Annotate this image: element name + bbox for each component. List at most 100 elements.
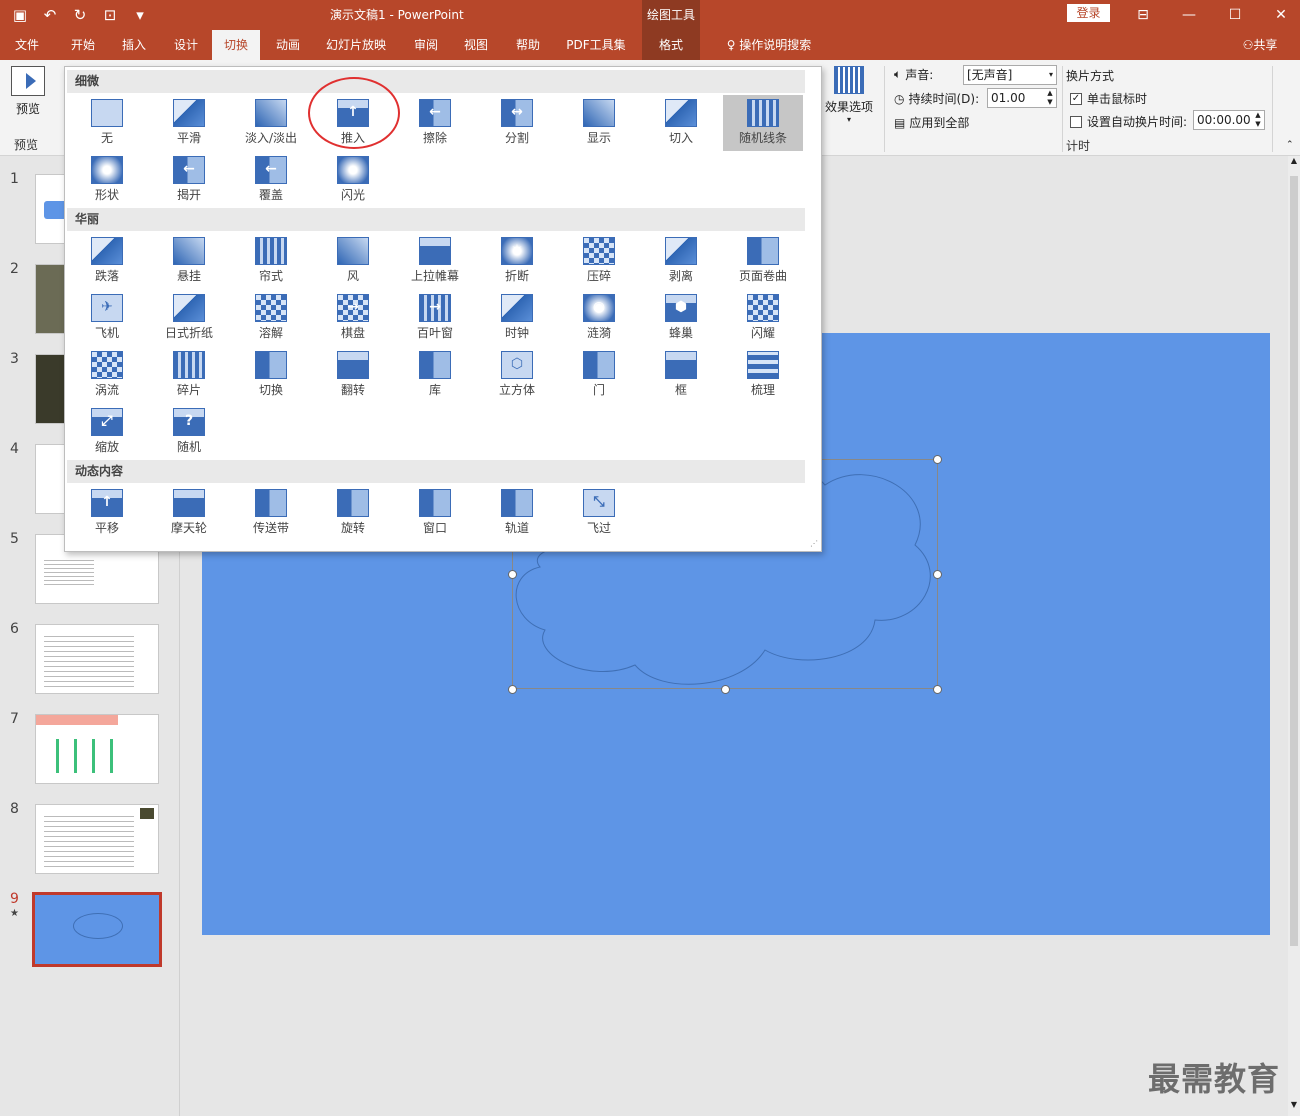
transition-gallery-effect[interactable]: 库 (395, 347, 475, 403)
tab-transitions[interactable]: 切换 (212, 30, 260, 60)
transition-box[interactable]: 框 (641, 347, 721, 403)
transition-doors[interactable]: 门 (559, 347, 639, 403)
tab-home[interactable]: 开始 (60, 30, 106, 60)
transition-page-curl[interactable]: 页面卷曲 (723, 233, 803, 289)
tab-help[interactable]: 帮助 (506, 30, 550, 60)
transition-zoom[interactable]: ⤢ 缩放 (67, 404, 147, 460)
transition-vortex[interactable]: 涡流 (67, 347, 147, 403)
tab-pdf-tools[interactable]: PDF工具集 (558, 30, 634, 60)
transition-fall-over[interactable]: 跌落 (67, 233, 147, 289)
slide-thumbnail-9[interactable] (32, 892, 162, 967)
transition-prestige[interactable]: 上拉帷幕 (395, 233, 475, 289)
resize-handle[interactable] (933, 570, 942, 579)
transition-peel-off[interactable]: 剥离 (641, 233, 721, 289)
transition-flip[interactable]: 翻转 (313, 347, 393, 403)
auto-advance-checkbox[interactable]: 设置自动换片时间: (1070, 113, 1187, 130)
transition-cut[interactable]: 切入 (641, 95, 721, 151)
apply-all-button[interactable]: ▤ 应用到全部 (894, 114, 969, 131)
transition-rotate[interactable]: 旋转 (313, 485, 393, 541)
transition-shape[interactable]: 形状 (67, 152, 147, 208)
undo-icon[interactable]: ↶ (38, 3, 62, 27)
resize-handle[interactable] (933, 685, 942, 694)
tab-design[interactable]: 设计 (164, 30, 208, 60)
transition-cover[interactable]: ← 覆盖 (231, 152, 311, 208)
tab-file[interactable]: 文件 (6, 30, 48, 60)
transition-crush[interactable]: 压碎 (559, 233, 639, 289)
transition-wipe[interactable]: ← 擦除 (395, 95, 475, 151)
collapse-ribbon-icon[interactable]: ⌃ (1286, 140, 1294, 150)
transition-ferris-wheel[interactable]: 摩天轮 (149, 485, 229, 541)
transition-clock[interactable]: 时钟 (477, 290, 557, 346)
transition-ripple[interactable]: ◎ 涟漪 (559, 290, 639, 346)
preview-button[interactable]: 预览 (8, 66, 48, 117)
save-icon[interactable]: ▣ (8, 3, 32, 27)
tab-slideshow[interactable]: 幻灯片放映 (318, 30, 394, 60)
tell-me-search[interactable]: ♀ 操作说明搜索 (714, 30, 824, 60)
share-button[interactable]: ⚇共享 (1234, 30, 1286, 60)
transition-conveyor[interactable]: 传送带 (231, 485, 311, 541)
transition-comb[interactable]: 梳理 (723, 347, 803, 403)
zoom-icon: ⤢ (91, 408, 123, 436)
transition-window[interactable]: 窗口 (395, 485, 475, 541)
transition-drape[interactable]: 悬挂 (149, 233, 229, 289)
transition-reveal[interactable]: 显示 (559, 95, 639, 151)
transition-pan[interactable]: ↑ 平移 (67, 485, 147, 541)
after-time-input[interactable]: 00:00.00 ▲ ▼ (1193, 110, 1265, 130)
effect-options-button[interactable]: 效果选项 ▾ (822, 66, 876, 124)
tab-view[interactable]: 视图 (454, 30, 498, 60)
duration-spinner[interactable]: ▲ ▼ (1044, 89, 1056, 107)
transition-none[interactable]: 无 (67, 95, 147, 151)
transition-shred[interactable]: 碎片 (149, 347, 229, 403)
login-button[interactable]: 登录 (1067, 4, 1110, 22)
maximize-icon[interactable]: ☐ (1212, 0, 1258, 30)
transition-uncover[interactable]: ← 揭开 (149, 152, 229, 208)
resize-grip-icon[interactable]: ⋰ (810, 539, 818, 548)
scroll-up-icon[interactable]: ▲ (1288, 156, 1300, 168)
transition-random[interactable]: ? 随机 (149, 404, 229, 460)
transition-glitter[interactable]: 闪耀 (723, 290, 803, 346)
customize-qat-icon[interactable]: ▾ (128, 3, 152, 27)
scroll-down-icon[interactable]: ▼ (1288, 1100, 1300, 1112)
slide-thumbnail-8[interactable] (35, 804, 159, 874)
tab-review[interactable]: 审阅 (404, 30, 448, 60)
transition-airplane[interactable]: ✈ 飞机 (67, 290, 147, 346)
close-icon[interactable]: ✕ (1258, 0, 1300, 30)
transition-fly-through[interactable]: ⤡ 飞过 (559, 485, 639, 541)
transition-cube[interactable]: ⬡ 立方体 (477, 347, 557, 403)
tab-insert[interactable]: 插入 (112, 30, 156, 60)
duration-input[interactable]: 01.00 ▲ ▼ (987, 88, 1057, 108)
resize-handle[interactable] (721, 685, 730, 694)
resize-handle[interactable] (508, 685, 517, 694)
minimize-icon[interactable]: — (1166, 0, 1212, 30)
cover-icon: ← (255, 156, 287, 184)
redo-icon[interactable]: ↻ (68, 3, 92, 27)
slide-thumbnail-7[interactable] (35, 714, 159, 784)
transition-switch[interactable]: 切换 (231, 347, 311, 403)
tab-animations[interactable]: 动画 (266, 30, 310, 60)
scrollbar-thumb[interactable] (1290, 176, 1298, 946)
transition-honeycomb[interactable]: ⬢ 蜂巢 (641, 290, 721, 346)
vertical-scrollbar[interactable]: ▲ ▼ (1288, 156, 1300, 1116)
resize-handle[interactable] (508, 570, 517, 579)
transition-curtains[interactable]: 帘式 (231, 233, 311, 289)
transition-wind[interactable]: 风 (313, 233, 393, 289)
transition-orbit[interactable]: 轨道 (477, 485, 557, 541)
present-icon[interactable]: ⊡ (98, 3, 122, 27)
transition-split[interactable]: ↔ 分割 (477, 95, 557, 151)
transition-fade[interactable]: 淡入/淡出 (231, 95, 311, 151)
transition-random-bars[interactable]: 随机线条 (723, 95, 803, 151)
transition-blinds[interactable]: → 百叶窗 (395, 290, 475, 346)
ribbon-display-icon[interactable]: ⊟ (1120, 0, 1166, 30)
sound-select[interactable]: [无声音] ▾ (963, 65, 1057, 85)
transition-dissolve[interactable]: 溶解 (231, 290, 311, 346)
transition-origami[interactable]: 日式折纸 (149, 290, 229, 346)
transition-morph[interactable]: 平滑 (149, 95, 229, 151)
transition-fracture[interactable]: ✶ 折断 (477, 233, 557, 289)
tab-format[interactable]: 格式 (642, 30, 700, 60)
transition-checkerboard[interactable]: → 棋盘 (313, 290, 393, 346)
after-time-spinner[interactable]: ▲ ▼ (1252, 111, 1264, 129)
transition-flash[interactable]: 闪光 (313, 152, 393, 208)
on-click-checkbox[interactable]: ✓ 单击鼠标时 (1070, 90, 1147, 107)
resize-handle[interactable] (933, 455, 942, 464)
slide-thumbnail-6[interactable] (35, 624, 159, 694)
